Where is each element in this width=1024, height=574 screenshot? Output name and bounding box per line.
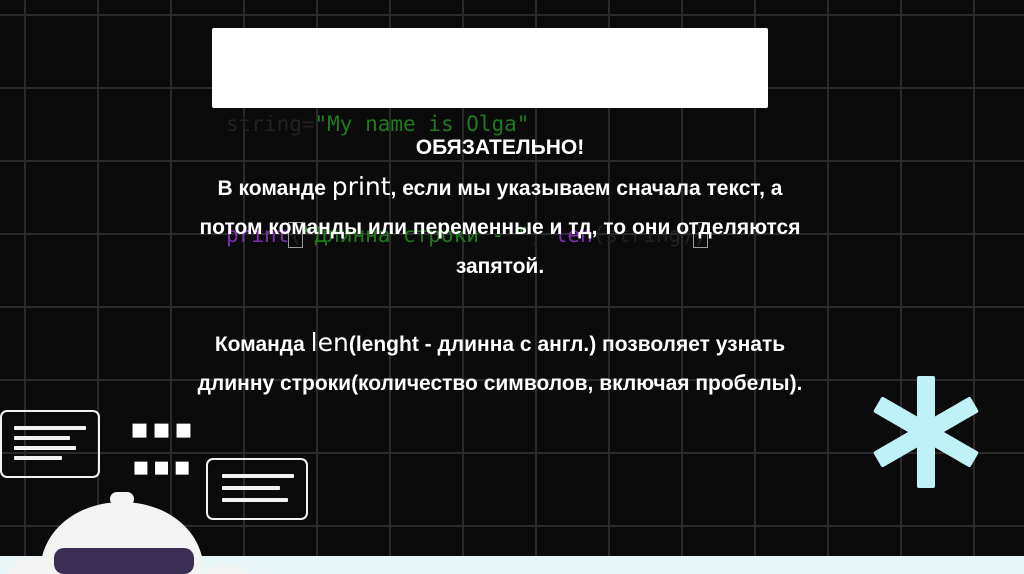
text-fragment: (lenght - длинна с англ.) позволяет узна… [348, 333, 786, 356]
ellipsis-dots-icon: ▪▪▪ [132, 452, 194, 482]
robot-icon [10, 492, 250, 574]
inline-code-len: len [310, 328, 349, 357]
code-snippet: string="My name is Olga" print("Длинна с… [212, 28, 768, 248]
notice-heading: ОБЯЗАТЕЛЬНО! [415, 136, 585, 159]
paragraph-len-line-2: длинну строки(количество символов, включ… [197, 372, 803, 395]
paragraph-len-line-1: Команда len(lenght - длинна с англ.) поз… [110, 323, 890, 364]
paragraph-print-line-2: потом команды или переменные и тд, то он… [199, 216, 801, 239]
chat-line [14, 436, 70, 440]
explanation-text: ОБЯЗАТЕЛЬНО! В команде print, если мы ук… [110, 128, 890, 403]
chat-line [14, 456, 62, 460]
asterisk-icon [873, 376, 979, 488]
chat-line [14, 426, 86, 430]
ellipsis-dots-icon: ▪▪▪ [130, 412, 196, 445]
text-fragment: , если мы указываем сначала текст, а [390, 177, 783, 200]
inline-code-print: print [331, 172, 391, 201]
text-fragment: Команда [214, 333, 311, 356]
chat-line [222, 474, 294, 478]
paragraph-print-line-3: запятой. [455, 255, 545, 278]
paragraph-print-line-1: В команде print, если мы указываем снача… [110, 167, 890, 208]
chat-line [14, 446, 76, 450]
chat-bubble-icon [0, 410, 100, 478]
text-fragment: В команде [217, 177, 332, 200]
